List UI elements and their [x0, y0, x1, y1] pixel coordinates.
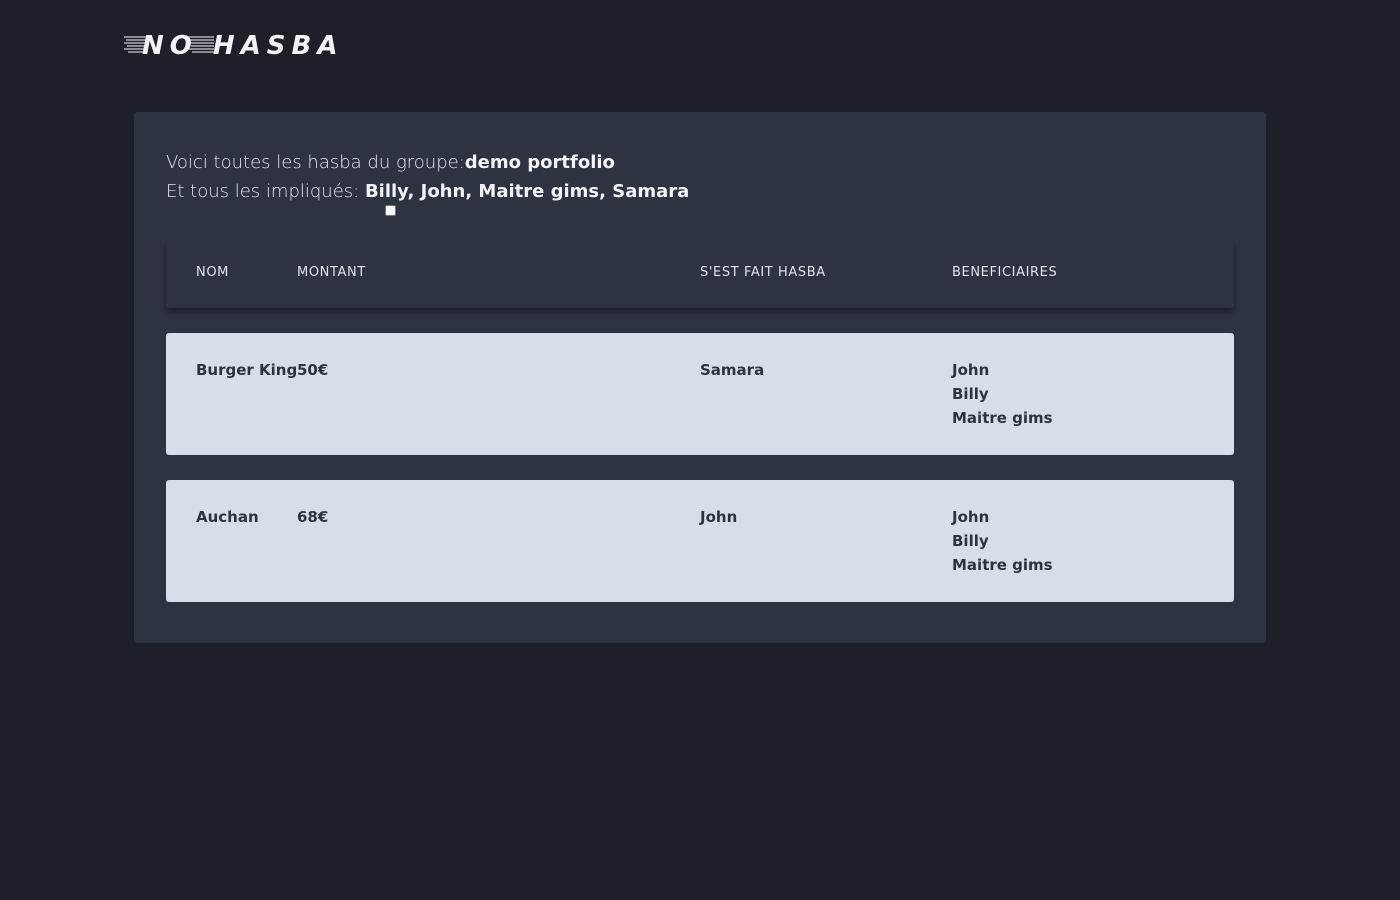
group-prefix: Voici toutes les hasba du groupe: — [166, 152, 465, 173]
row-beneficiaires: John Billy Maitre gims — [952, 358, 1053, 430]
row-payer: John — [700, 508, 738, 526]
header-nom[interactable]: NOM — [196, 265, 229, 280]
row-montant: 50€ — [297, 361, 329, 379]
group-line: Voici toutes les hasba du groupe:demo po… — [166, 148, 689, 177]
table-header: NOM MONTANT S'EST FAIT HASBA BENEFICIAIR… — [166, 238, 1234, 308]
beneficiary: John — [952, 508, 990, 526]
members-line: Et tous les impliqués: Billy, John, Mait… — [166, 177, 689, 206]
beneficiary: Billy — [952, 385, 989, 403]
logo-wordmark: NO HASBA — [124, 31, 343, 61]
beneficiary: Maitre gims — [952, 409, 1053, 427]
beneficiary: Maitre gims — [952, 556, 1053, 574]
brand-logo[interactable]: NO HASBA — [124, 26, 356, 62]
members-prefix: Et tous les impliqués: — [166, 181, 365, 202]
beneficiary: John — [952, 361, 990, 379]
row-montant: 68€ — [297, 508, 329, 526]
row-nom: Burger King — [196, 361, 298, 379]
beneficiary: Billy — [952, 532, 989, 550]
hasba-panel: Voici toutes les hasba du groupe:demo po… — [134, 112, 1266, 643]
svg-text:NO HASBA: NO HASBA — [142, 31, 343, 61]
members-list: Billy, John, Maitre gims, Samara — [364, 181, 690, 202]
row-payer: Samara — [700, 361, 765, 379]
row-nom: Auchan — [196, 508, 259, 526]
table-row[interactable]: Auchan 68€ John John Billy Maitre gims — [166, 480, 1234, 602]
header-payer[interactable]: S'EST FAIT HASBA — [700, 265, 826, 280]
group-intro: Voici toutes les hasba du groupe:demo po… — [166, 148, 689, 206]
header-beneficiaires[interactable]: BENEFICIAIRES — [952, 265, 1057, 280]
row-beneficiaires: John Billy Maitre gims — [952, 505, 1053, 577]
table-row[interactable]: Burger King 50€ Samara John Billy Maitre… — [166, 333, 1234, 455]
group-name: demo portfolio — [464, 152, 615, 173]
header-montant[interactable]: MONTANT — [297, 265, 366, 280]
toggle-checkbox[interactable] — [385, 205, 396, 216]
